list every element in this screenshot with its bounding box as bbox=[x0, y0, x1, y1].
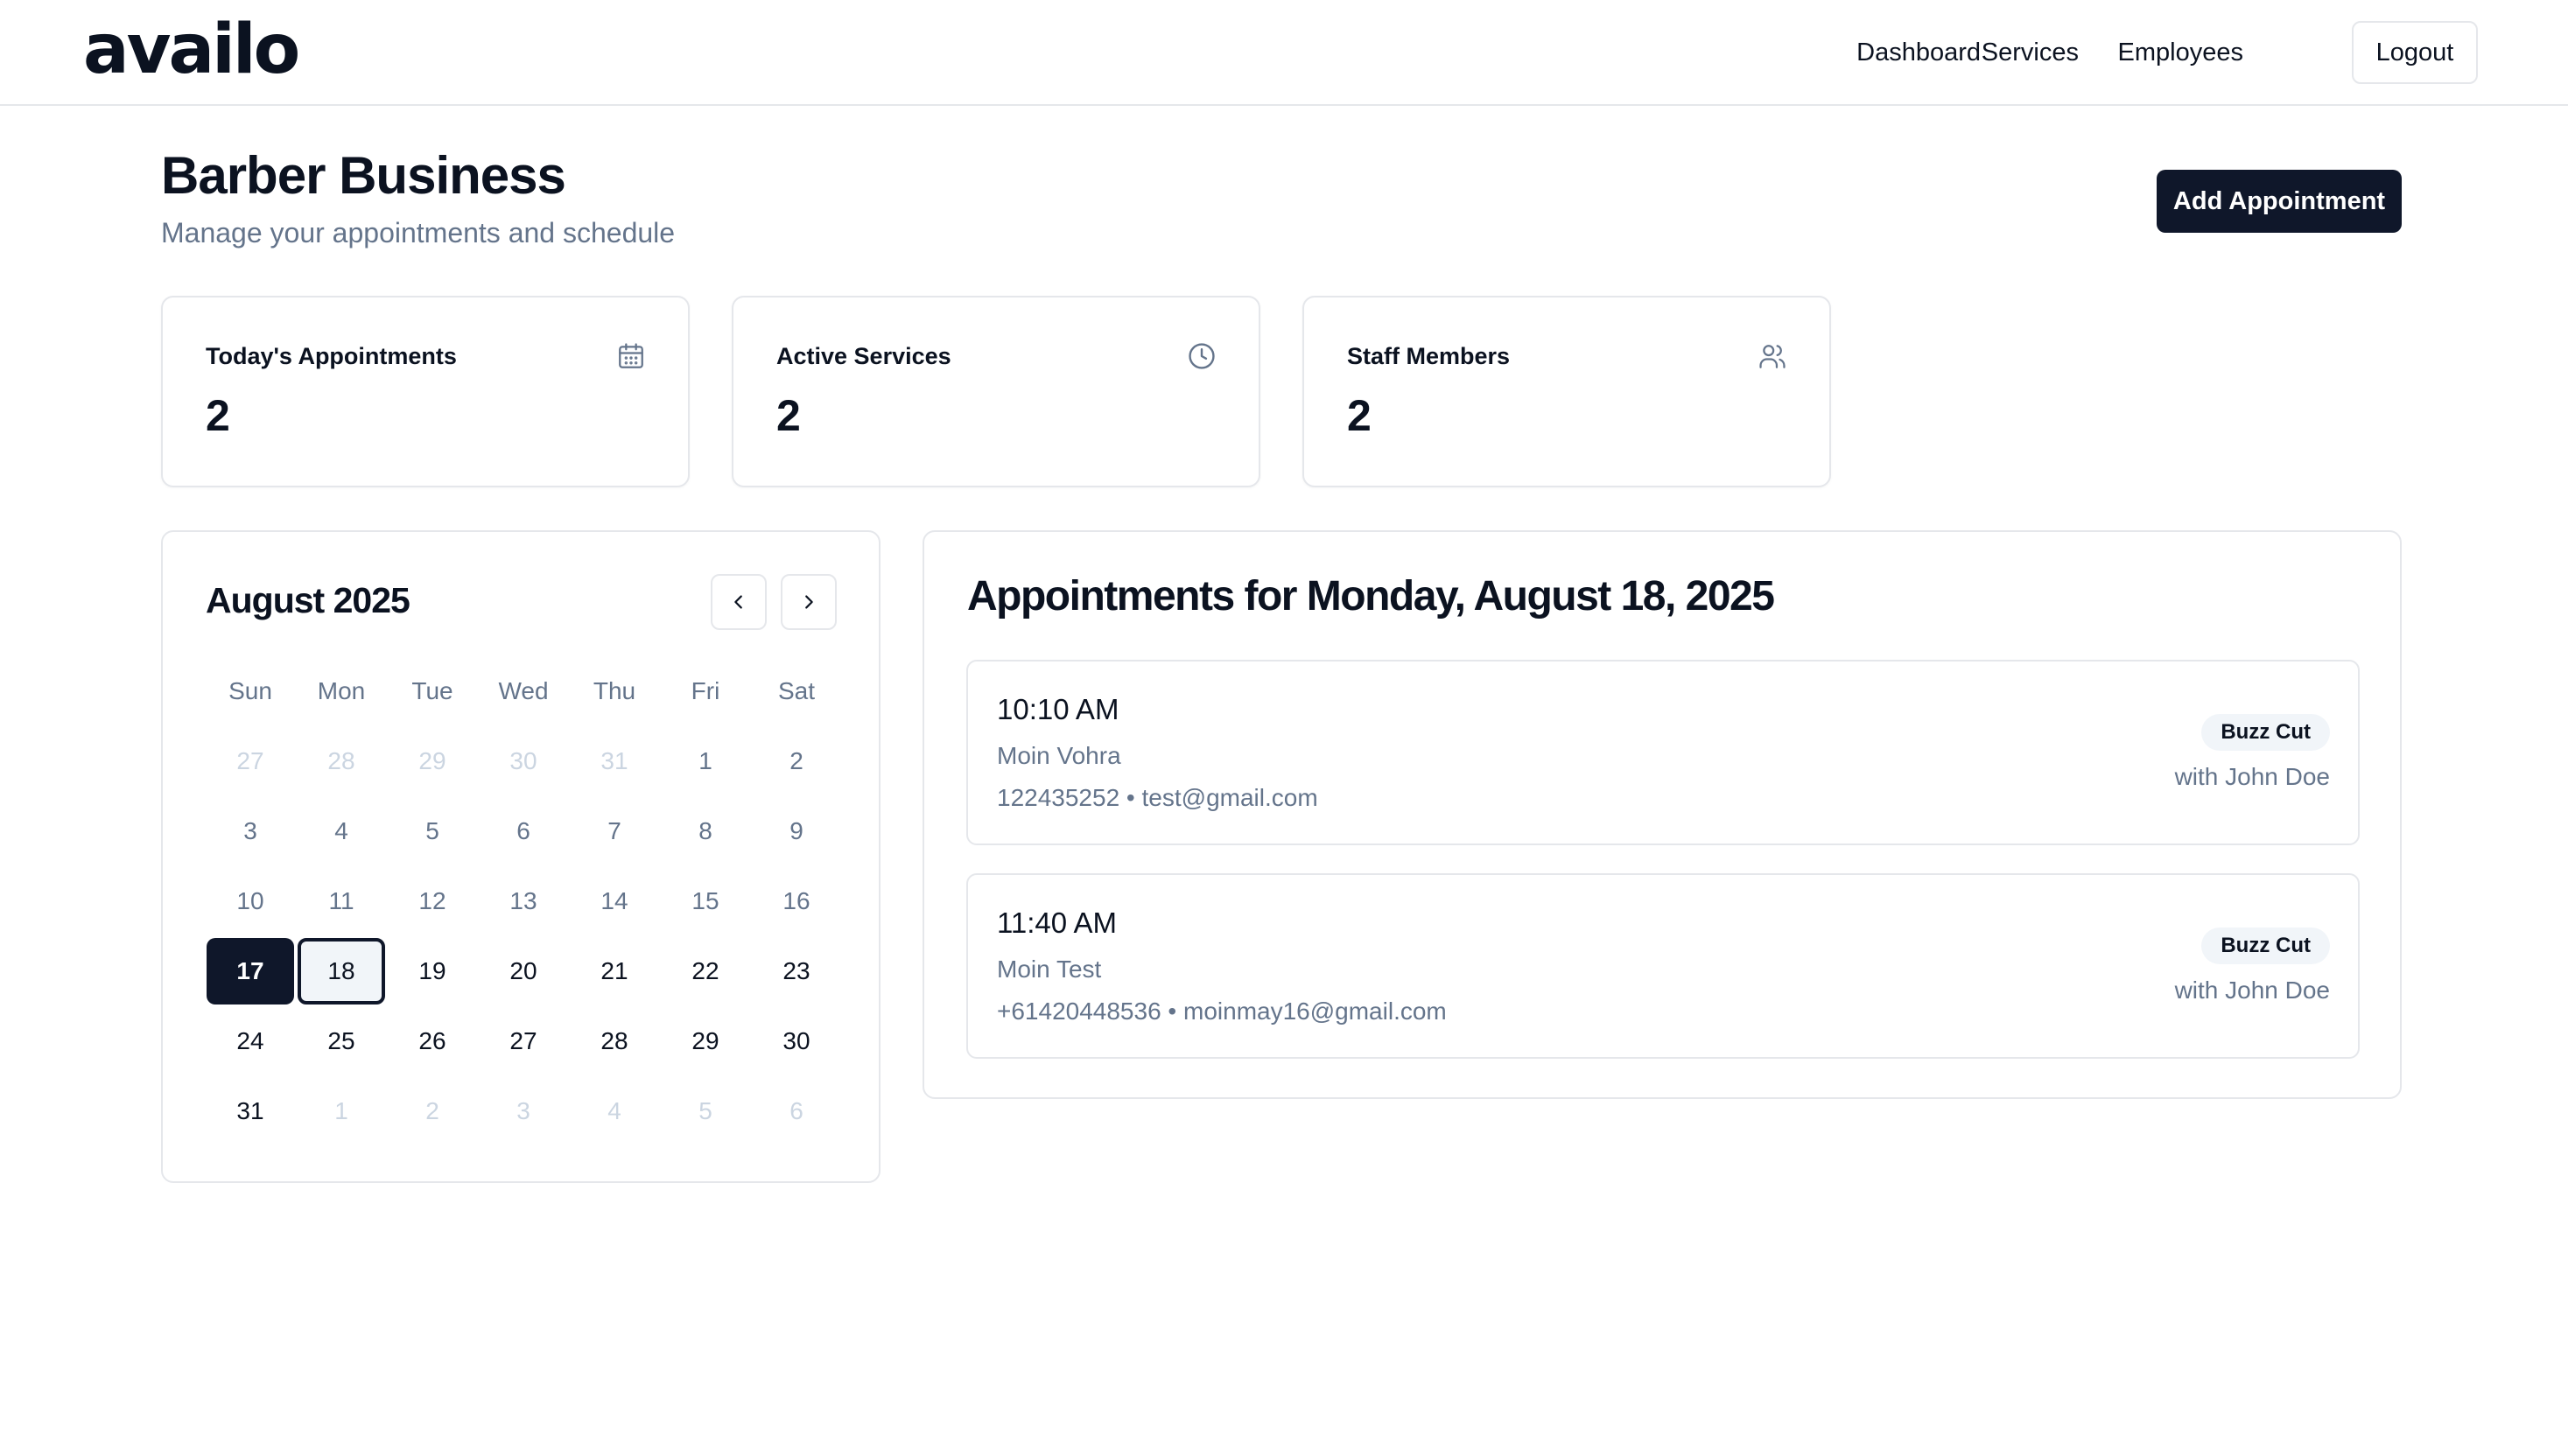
calendar-day[interactable]: 4 bbox=[298, 798, 385, 864]
calendar-day[interactable]: 15 bbox=[662, 868, 749, 934]
calendar-day[interactable]: 14 bbox=[571, 868, 658, 934]
calendar-icon bbox=[619, 343, 643, 368]
appointment-contact: +61420448536 • moinmay16@gmail.com bbox=[997, 998, 1447, 1025]
calendar-day[interactable]: 20 bbox=[480, 938, 567, 1004]
calendar-month-label: August 2025 bbox=[206, 580, 410, 620]
calendar-weekday-label: Sun bbox=[228, 677, 272, 704]
calendar-day[interactable]: 26 bbox=[389, 1008, 476, 1074]
add-appointment-button[interactable]: Add Appointment bbox=[2157, 170, 2402, 233]
appointment-time: 11:40 AM bbox=[997, 906, 1117, 939]
calendar-day[interactable]: 12 bbox=[389, 868, 476, 934]
chevron-right-icon bbox=[805, 595, 813, 609]
calendar-card: August 2025 Sun Mon Tue Wed Thu Fri Sat 27 28 29 3… bbox=[161, 530, 881, 1183]
calendar-day[interactable]: 11 bbox=[298, 868, 385, 934]
calendar-day[interactable]: 6 bbox=[480, 798, 567, 864]
calendar-day[interactable]: 27 bbox=[207, 728, 294, 794]
calendar-day[interactable]: 25 bbox=[298, 1008, 385, 1074]
appointment-staff: with John Doe bbox=[2174, 763, 2330, 790]
calendar-day[interactable]: 31 bbox=[571, 728, 658, 794]
nav-dashboard-link[interactable]: Dashboard bbox=[1856, 21, 1981, 84]
calendar-day[interactable]: 3 bbox=[207, 798, 294, 864]
calendar-day[interactable]: 16 bbox=[753, 868, 840, 934]
calendar-day[interactable]: 27 bbox=[480, 1008, 567, 1074]
app-logo[interactable]: availo bbox=[83, 16, 300, 84]
calendar-day-selected[interactable]: 18 bbox=[298, 938, 385, 1004]
calendar-day[interactable]: 29 bbox=[662, 1008, 749, 1074]
stat-card-staff-members: Staff Members 2 bbox=[1302, 296, 1831, 487]
appointment-staff: with John Doe bbox=[2174, 976, 2330, 1004]
users-icon bbox=[1759, 345, 1786, 368]
calendar-day[interactable]: 24 bbox=[207, 1008, 294, 1074]
calendar-day[interactable]: 2 bbox=[753, 728, 840, 794]
calendar-weekday-label: Wed bbox=[498, 677, 549, 704]
appointment-item[interactable]: 11:40 AM Moin Test +61420448536 • moinma… bbox=[966, 873, 2360, 1059]
calendar-prev-button[interactable] bbox=[711, 574, 767, 630]
page-subtitle: Manage your appointments and schedule bbox=[161, 217, 676, 248]
appointment-time: 10:10 AM bbox=[997, 693, 1119, 725]
calendar-day[interactable]: 7 bbox=[571, 798, 658, 864]
stat-value: 2 bbox=[1347, 391, 1372, 440]
appointments-heading: Appointments for Monday, August 18, 2025 bbox=[967, 573, 1775, 620]
appointment-item[interactable]: 10:10 AM Moin Vohra 122435252 • test@gma… bbox=[966, 660, 2360, 845]
calendar-weekday-label: Fri bbox=[691, 677, 720, 704]
calendar-day[interactable]: 5 bbox=[662, 1078, 749, 1144]
calendar-day[interactable]: 1 bbox=[298, 1078, 385, 1144]
calendar-day[interactable]: 30 bbox=[753, 1008, 840, 1074]
calendar-day[interactable]: 2 bbox=[389, 1078, 476, 1144]
service-badge: Buzz Cut bbox=[2201, 714, 2330, 751]
top-navbar: availo Dashboard Services Employees Logo… bbox=[0, 0, 2568, 106]
chevron-left-icon bbox=[734, 595, 742, 609]
calendar-day[interactable]: 19 bbox=[389, 938, 476, 1004]
appointment-customer-name: Moin Test bbox=[997, 956, 1102, 983]
calendar-weekday-label: Thu bbox=[593, 677, 636, 704]
logout-button[interactable]: Logout bbox=[2352, 21, 2478, 84]
calendar-day[interactable]: 30 bbox=[480, 728, 567, 794]
stat-value: 2 bbox=[776, 391, 801, 440]
nav-services-link[interactable]: Services bbox=[1982, 21, 2079, 84]
calendar-weekday-label: Tue bbox=[411, 677, 453, 704]
nav-employees-link[interactable]: Employees bbox=[2118, 21, 2243, 84]
calendar-day[interactable]: 9 bbox=[753, 798, 840, 864]
calendar-day[interactable]: 8 bbox=[662, 798, 749, 864]
calendar-next-button[interactable] bbox=[781, 574, 837, 630]
service-badge: Buzz Cut bbox=[2201, 928, 2330, 964]
stat-card-todays-appointments: Today's Appointments 2 bbox=[161, 296, 690, 487]
appointment-customer-name: Moin Vohra bbox=[997, 742, 1121, 769]
calendar-grid: Sun Mon Tue Wed Thu Fri Sat 27 28 29 30 31 1 2 3 4 5 6 7 8 9… bbox=[205, 656, 842, 1146]
calendar-day[interactable]: 28 bbox=[571, 1008, 658, 1074]
calendar-day[interactable]: 29 bbox=[389, 728, 476, 794]
calendar-day[interactable]: 21 bbox=[571, 938, 658, 1004]
stat-label: Staff Members bbox=[1347, 343, 1511, 369]
stat-label: Active Services bbox=[776, 343, 951, 369]
calendar-day[interactable]: 23 bbox=[753, 938, 840, 1004]
calendar-day[interactable]: 1 bbox=[662, 728, 749, 794]
stat-label: Today's Appointments bbox=[206, 343, 457, 369]
calendar-day[interactable]: 10 bbox=[207, 868, 294, 934]
calendar-weekday-label: Mon bbox=[317, 677, 366, 704]
calendar-weekday-label: Sat bbox=[777, 677, 816, 704]
appointment-contact: 122435252 • test@gmail.com bbox=[997, 784, 1318, 811]
appointments-card: Appointments for Monday, August 18, 2025… bbox=[923, 530, 2402, 1099]
stat-value: 2 bbox=[206, 391, 230, 440]
stat-card-active-services: Active Services 2 bbox=[732, 296, 1260, 487]
calendar-day[interactable]: 13 bbox=[480, 868, 567, 934]
calendar-day[interactable]: 3 bbox=[480, 1078, 567, 1144]
calendar-day[interactable]: 22 bbox=[662, 938, 749, 1004]
clock-icon bbox=[1189, 343, 1215, 369]
calendar-day[interactable]: 5 bbox=[389, 798, 476, 864]
calendar-day-today[interactable]: 17 bbox=[207, 938, 294, 1004]
calendar-day[interactable]: 4 bbox=[571, 1078, 658, 1144]
page-title: Barber Business bbox=[161, 146, 566, 205]
calendar-day[interactable]: 6 bbox=[753, 1078, 840, 1144]
calendar-day[interactable]: 31 bbox=[207, 1078, 294, 1144]
calendar-day[interactable]: 28 bbox=[298, 728, 385, 794]
